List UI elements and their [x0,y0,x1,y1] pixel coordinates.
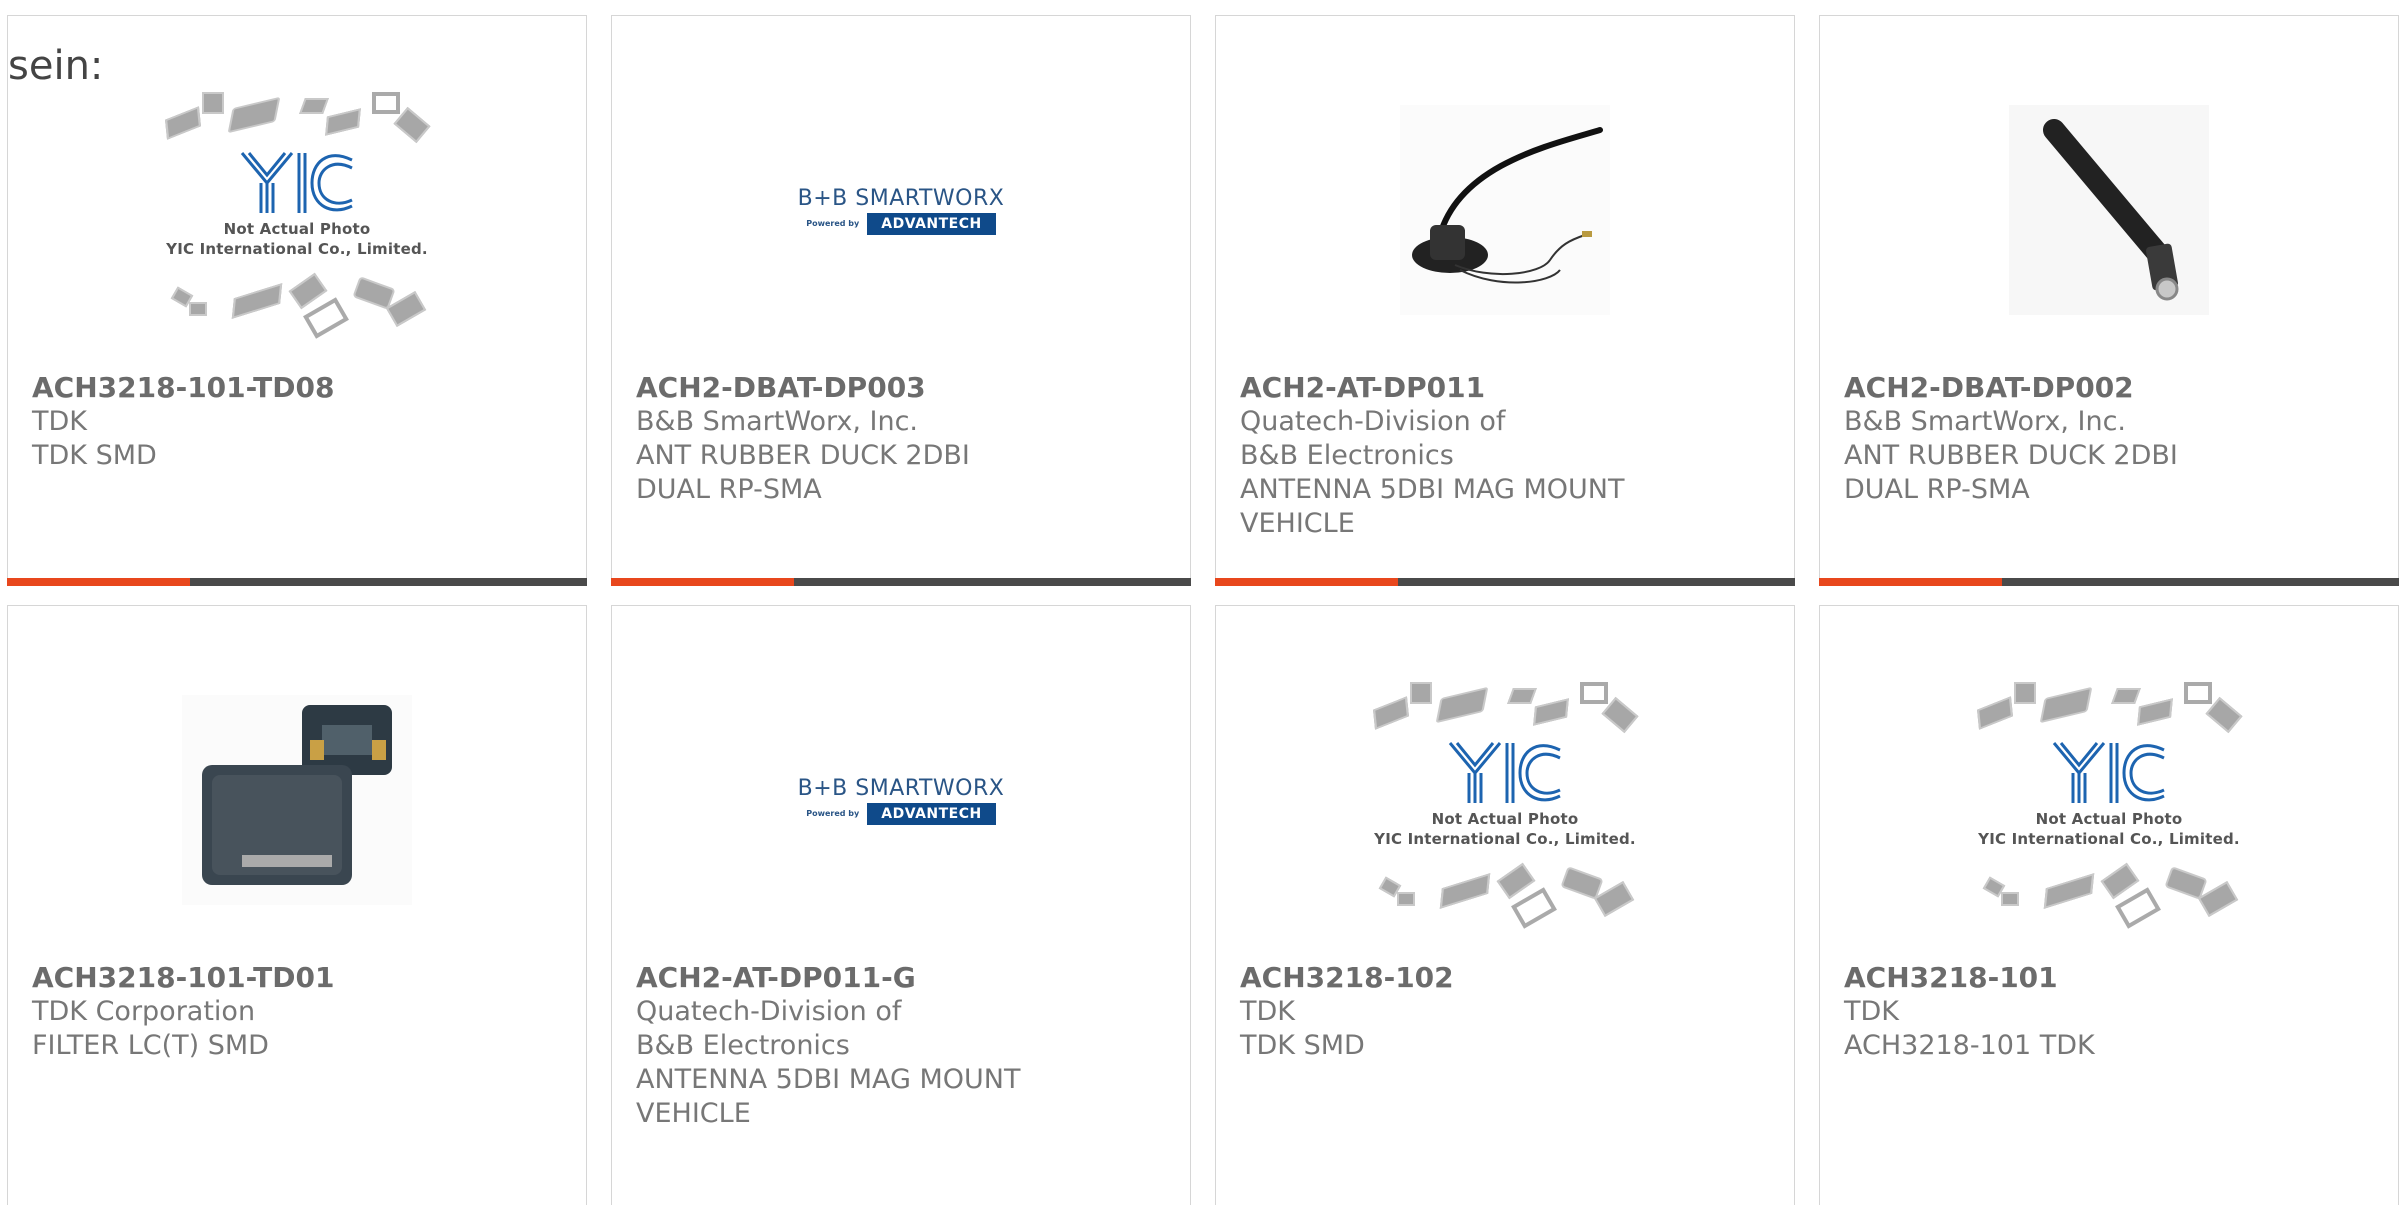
product-info: ACH2-AT-DP011-G Quatech-Division of B&B E… [636,961,1170,1131]
product-info: ACH3218-101 TDK ACH3218-101 TDK [1844,961,2378,1063]
part-number-link[interactable]: ACH3218-101-TD01 [32,961,566,995]
card-accent-bar [1215,578,1398,586]
yic-placeholder-image: Not Actual Photo YIC International Co., … [1969,680,2249,929]
description-text: FILTER LC(T) SMD [32,1030,269,1061]
product-card[interactable]: Not Actual Photo YIC International Co., … [1215,605,1795,1205]
product-info: ACH3218-102 TDK TDK SMD [1240,961,1774,1063]
manufacturer-text: B&B SmartWorx, Inc. [1844,406,2127,437]
product-card[interactable]: Not Actual Photo YIC International Co., … [7,15,587,586]
rubber-duck-antenna-photo [2009,105,2209,315]
card-accent-bar [1819,578,2002,586]
product-image[interactable] [1820,60,2398,360]
yic-company-text: YIC International Co., Limited. [1374,830,1636,848]
manufacturer-text: TDK Corporation [32,996,256,1027]
description-text: ANT RUBBER DUCK 2DBI DUAL RP-SMA [1844,440,2178,505]
card-bottom-bar [1819,578,2399,586]
manufacturer-text: TDK [1844,996,1899,1027]
not-actual-photo-text: Not Actual Photo [2035,810,2183,828]
product-image[interactable]: Not Actual Photo YIC International Co., … [1216,650,1794,950]
part-number-link[interactable]: ACH2-AT-DP011 [1240,371,1774,405]
manufacturer-text: B&B SmartWorx, Inc. [636,406,919,437]
card-bottom-bar [1215,578,1795,586]
product-image[interactable]: B+B SMARTWORX Powered by ADVANTECH [612,650,1190,950]
description-text: TDK SMD [1240,1030,1365,1061]
yic-placeholder-image: Not Actual Photo YIC International Co., … [157,90,437,339]
product-image[interactable]: Not Actual Photo YIC International Co., … [8,60,586,360]
product-image[interactable]: B+B SMARTWORX Powered by ADVANTECH [612,60,1190,360]
product-card[interactable]: B+B SMARTWORX Powered by ADVANTECH ACH2-… [611,15,1191,586]
bb-brand-text: B+B SMARTWORX [797,185,1005,211]
part-number-link[interactable]: ACH2-DBAT-DP002 [1844,371,2378,405]
product-image[interactable] [1216,60,1794,360]
not-actual-photo-text: Not Actual Photo [223,220,371,238]
part-number-link[interactable]: ACH3218-102 [1240,961,1774,995]
part-number-link[interactable]: ACH3218-101-TD08 [32,371,566,405]
manufacturer-text: TDK [32,406,87,437]
product-info: ACH3218-101-TD01 TDK Corporation FILTER LC… [32,961,566,1063]
description-text: ANTENNA 5DBI MAG MOUNT VEHICLE [1240,474,1625,539]
product-card[interactable]: ACH2-AT-DP011 Quatech-Division of B&B Ele… [1215,15,1795,586]
yic-placeholder-image: Not Actual Photo YIC International Co., … [1365,680,1645,929]
not-actual-photo-text: Not Actual Photo [1431,810,1579,828]
mag-mount-antenna-photo [1400,105,1610,315]
card-accent-bar [611,578,794,586]
yic-company-text: YIC International Co., Limited. [1978,830,2240,848]
card-accent-bar [7,578,190,586]
bb-smartworx-logo: B+B SMARTWORX Powered by ADVANTECH [798,186,1005,235]
advantech-text: ADVANTECH [867,802,996,825]
product-card[interactable]: ACH3218-101-TD01 TDK Corporation FILTER LC… [7,605,587,1205]
description-text: ANTENNA 5DBI MAG MOUNT VEHICLE [636,1064,1021,1129]
description-text: ACH3218-101 TDK [1844,1030,2095,1061]
product-image[interactable]: Not Actual Photo YIC International Co., … [1820,650,2398,950]
product-card[interactable]: B+B SMARTWORX Powered by ADVANTECH ACH2-… [611,605,1191,1205]
description-text: ANT RUBBER DUCK 2DBI DUAL RP-SMA [636,440,970,505]
product-info: ACH3218-101-TD08 TDK TDK SMD [32,371,566,473]
intro-text: sein: [8,43,104,89]
product-card[interactable]: Not Actual Photo YIC International Co., … [1819,605,2399,1205]
yic-logo-icon [2052,742,2165,803]
product-card[interactable]: ACH2-DBAT-DP002 B&B SmartWorx, Inc. ANT RU… [1819,15,2399,586]
product-info: ACH2-DBAT-DP002 B&B SmartWorx, Inc. ANT RU… [1844,371,2378,507]
powered-by-text: Powered by [806,219,860,228]
powered-by-text: Powered by [806,809,860,818]
part-number-link[interactable]: ACH3218-101 [1844,961,2378,995]
yic-logo-icon [1448,742,1561,803]
description-text: TDK SMD [32,440,157,471]
product-info: ACH2-AT-DP011 Quatech-Division of B&B Ele… [1240,371,1774,541]
bb-smartworx-logo: B+B SMARTWORX Powered by ADVANTECH [798,776,1005,825]
product-info: ACH2-DBAT-DP003 B&B SmartWorx, Inc. ANT RU… [636,371,1170,507]
bb-brand-text: B+B SMARTWORX [797,775,1005,801]
manufacturer-text: TDK [1240,996,1295,1027]
part-number-link[interactable]: ACH2-AT-DP011-G [636,961,1170,995]
advantech-text: ADVANTECH [867,212,996,235]
smd-filter-photo [182,695,412,905]
card-bottom-bar [7,578,587,586]
manufacturer-text: Quatech-Division of B&B Electronics [1240,406,1506,471]
manufacturer-text: Quatech-Division of B&B Electronics [636,996,902,1061]
part-number-link[interactable]: ACH2-DBAT-DP003 [636,371,1170,405]
yic-company-text: YIC International Co., Limited. [166,240,428,258]
product-image[interactable] [8,650,586,950]
yic-logo-icon [240,152,353,213]
card-bottom-bar [611,578,1191,586]
